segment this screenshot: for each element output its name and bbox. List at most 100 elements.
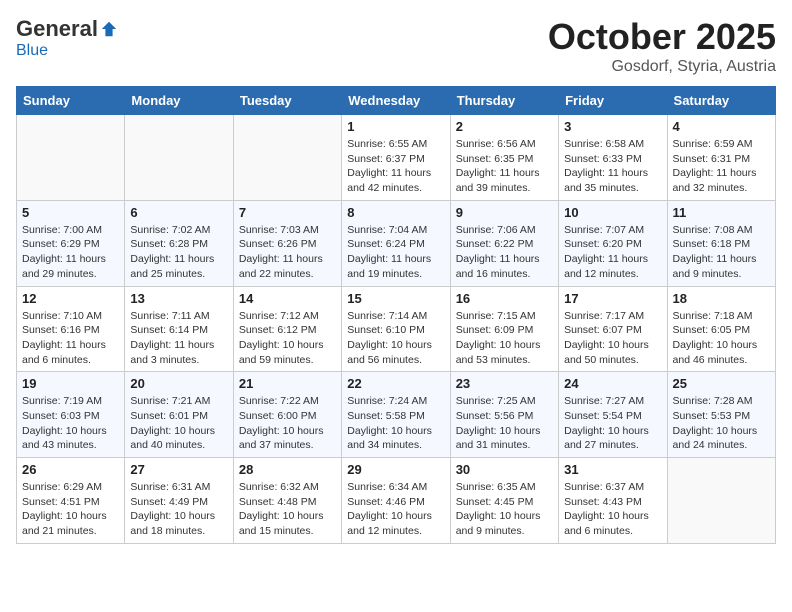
weekday-header-row: SundayMondayTuesdayWednesdayThursdayFrid… (17, 87, 776, 115)
day-detail: Sunrise: 7:17 AM Sunset: 6:07 PM Dayligh… (564, 309, 661, 368)
calendar-day-cell: 12 Sunrise: 7:10 AM Sunset: 6:16 PM Dayli… (17, 286, 125, 372)
month-title: October 2025 (548, 16, 776, 58)
location: Gosdorf, Styria, Austria (548, 58, 776, 76)
day-number: 24 (564, 376, 661, 391)
day-detail: Sunrise: 7:27 AM Sunset: 5:54 PM Dayligh… (564, 394, 661, 453)
weekday-header: Thursday (450, 87, 558, 115)
day-detail: Sunrise: 6:31 AM Sunset: 4:49 PM Dayligh… (130, 480, 227, 539)
calendar-day-cell (233, 115, 341, 201)
day-detail: Sunrise: 7:15 AM Sunset: 6:09 PM Dayligh… (456, 309, 553, 368)
calendar-day-cell: 9Sunrise: 7:06 AM Sunset: 6:22 PM Daylig… (450, 200, 558, 286)
day-detail: Sunrise: 6:55 AM Sunset: 6:37 PM Dayligh… (347, 137, 444, 196)
weekday-header: Sunday (17, 87, 125, 115)
calendar-day-cell: 6 Sunrise: 7:02 AM Sunset: 6:28 PM Daylig… (125, 200, 233, 286)
logo-icon (100, 20, 118, 38)
calendar-week-row: 5Sunrise: 7:00 AM Sunset: 6:29 PM Daylig… (17, 200, 776, 286)
day-number: 28 (239, 462, 336, 477)
day-number: 27 (130, 462, 227, 477)
day-number: 22 (347, 376, 444, 391)
calendar-week-row: 19 Sunrise: 7:19 AM Sunset: 6:03 PM Dayli… (17, 372, 776, 458)
calendar-day-cell: 14 Sunrise: 7:12 AM Sunset: 6:12 PM Dayli… (233, 286, 341, 372)
day-detail: Sunrise: 7:19 AM Sunset: 6:03 PM Dayligh… (22, 394, 119, 453)
day-detail: Sunrise: 7:02 AM Sunset: 6:28 PM Dayligh… (130, 223, 227, 282)
day-detail: Sunrise: 6:56 AM Sunset: 6:35 PM Dayligh… (456, 137, 553, 196)
day-detail: Sunrise: 7:14 AM Sunset: 6:10 PM Dayligh… (347, 309, 444, 368)
calendar-day-cell: 24 Sunrise: 7:27 AM Sunset: 5:54 PM Dayli… (559, 372, 667, 458)
day-detail: Sunrise: 7:28 AM Sunset: 5:53 PM Dayligh… (673, 394, 770, 453)
day-detail: Sunrise: 7:25 AM Sunset: 5:56 PM Dayligh… (456, 394, 553, 453)
day-number: 17 (564, 291, 661, 306)
calendar-day-cell: 2 Sunrise: 6:56 AM Sunset: 6:35 PM Daylig… (450, 115, 558, 201)
calendar-day-cell: 21 Sunrise: 7:22 AM Sunset: 6:00 PM Dayli… (233, 372, 341, 458)
day-detail: Sunrise: 7:12 AM Sunset: 6:12 PM Dayligh… (239, 309, 336, 368)
calendar-day-cell: 10 Sunrise: 7:07 AM Sunset: 6:20 PM Dayli… (559, 200, 667, 286)
day-number: 20 (130, 376, 227, 391)
calendar-week-row: 1Sunrise: 6:55 AM Sunset: 6:37 PM Daylig… (17, 115, 776, 201)
day-number: 8 (347, 205, 444, 220)
day-number: 11 (673, 205, 770, 220)
day-number: 23 (456, 376, 553, 391)
day-detail: Sunrise: 7:06 AM Sunset: 6:22 PM Dayligh… (456, 223, 553, 282)
weekday-header: Tuesday (233, 87, 341, 115)
day-number: 21 (239, 376, 336, 391)
day-detail: Sunrise: 7:22 AM Sunset: 6:00 PM Dayligh… (239, 394, 336, 453)
calendar-day-cell: 20 Sunrise: 7:21 AM Sunset: 6:01 PM Dayli… (125, 372, 233, 458)
day-number: 14 (239, 291, 336, 306)
calendar-day-cell: 19 Sunrise: 7:19 AM Sunset: 6:03 PM Dayli… (17, 372, 125, 458)
month-info: October 2025 Gosdorf, Styria, Austria (548, 16, 776, 76)
calendar-day-cell: 22 Sunrise: 7:24 AM Sunset: 5:58 PM Dayli… (342, 372, 450, 458)
day-detail: Sunrise: 7:24 AM Sunset: 5:58 PM Dayligh… (347, 394, 444, 453)
day-number: 10 (564, 205, 661, 220)
day-number: 5 (22, 205, 119, 220)
calendar-day-cell: 15Sunrise: 7:14 AM Sunset: 6:10 PM Dayli… (342, 286, 450, 372)
day-number: 13 (130, 291, 227, 306)
day-detail: Sunrise: 7:03 AM Sunset: 6:26 PM Dayligh… (239, 223, 336, 282)
calendar-day-cell (17, 115, 125, 201)
calendar-day-cell: 26 Sunrise: 6:29 AM Sunset: 4:51 PM Dayli… (17, 458, 125, 544)
day-number: 26 (22, 462, 119, 477)
calendar-day-cell: 16Sunrise: 7:15 AM Sunset: 6:09 PM Dayli… (450, 286, 558, 372)
calendar-day-cell: 28Sunrise: 6:32 AM Sunset: 4:48 PM Dayli… (233, 458, 341, 544)
day-detail: Sunrise: 7:08 AM Sunset: 6:18 PM Dayligh… (673, 223, 770, 282)
calendar-day-cell: 1Sunrise: 6:55 AM Sunset: 6:37 PM Daylig… (342, 115, 450, 201)
calendar-day-cell: 17 Sunrise: 7:17 AM Sunset: 6:07 PM Dayli… (559, 286, 667, 372)
logo: General Blue (16, 16, 118, 60)
day-detail: Sunrise: 7:07 AM Sunset: 6:20 PM Dayligh… (564, 223, 661, 282)
day-detail: Sunrise: 6:37 AM Sunset: 4:43 PM Dayligh… (564, 480, 661, 539)
day-number: 3 (564, 119, 661, 134)
calendar-day-cell: 13 Sunrise: 7:11 AM Sunset: 6:14 PM Dayli… (125, 286, 233, 372)
calendar-day-cell (125, 115, 233, 201)
logo-general-text: General (16, 16, 98, 42)
day-number: 19 (22, 376, 119, 391)
calendar-day-cell: 5Sunrise: 7:00 AM Sunset: 6:29 PM Daylig… (17, 200, 125, 286)
calendar-day-cell: 8Sunrise: 7:04 AM Sunset: 6:24 PM Daylig… (342, 200, 450, 286)
day-number: 7 (239, 205, 336, 220)
day-number: 4 (673, 119, 770, 134)
weekday-header: Monday (125, 87, 233, 115)
day-detail: Sunrise: 7:11 AM Sunset: 6:14 PM Dayligh… (130, 309, 227, 368)
calendar-week-row: 12 Sunrise: 7:10 AM Sunset: 6:16 PM Dayli… (17, 286, 776, 372)
day-detail: Sunrise: 7:10 AM Sunset: 6:16 PM Dayligh… (22, 309, 119, 368)
calendar-day-cell: 11 Sunrise: 7:08 AM Sunset: 6:18 PM Dayli… (667, 200, 775, 286)
calendar-day-cell: 25 Sunrise: 7:28 AM Sunset: 5:53 PM Dayli… (667, 372, 775, 458)
calendar-day-cell: 30Sunrise: 6:35 AM Sunset: 4:45 PM Dayli… (450, 458, 558, 544)
page-header: General Blue October 2025 Gosdorf, Styri… (16, 16, 776, 76)
calendar-day-cell (667, 458, 775, 544)
day-number: 2 (456, 119, 553, 134)
day-number: 18 (673, 291, 770, 306)
day-number: 12 (22, 291, 119, 306)
day-detail: Sunrise: 6:34 AM Sunset: 4:46 PM Dayligh… (347, 480, 444, 539)
weekday-header: Friday (559, 87, 667, 115)
day-number: 30 (456, 462, 553, 477)
calendar-day-cell: 7 Sunrise: 7:03 AM Sunset: 6:26 PM Daylig… (233, 200, 341, 286)
logo-blue-text: Blue (16, 42, 48, 60)
calendar-table: SundayMondayTuesdayWednesdayThursdayFrid… (16, 86, 776, 544)
day-number: 25 (673, 376, 770, 391)
weekday-header: Saturday (667, 87, 775, 115)
day-detail: Sunrise: 6:29 AM Sunset: 4:51 PM Dayligh… (22, 480, 119, 539)
day-detail: Sunrise: 7:21 AM Sunset: 6:01 PM Dayligh… (130, 394, 227, 453)
calendar-day-cell: 18Sunrise: 7:18 AM Sunset: 6:05 PM Dayli… (667, 286, 775, 372)
day-number: 6 (130, 205, 227, 220)
calendar-day-cell: 3Sunrise: 6:58 AM Sunset: 6:33 PM Daylig… (559, 115, 667, 201)
weekday-header: Wednesday (342, 87, 450, 115)
